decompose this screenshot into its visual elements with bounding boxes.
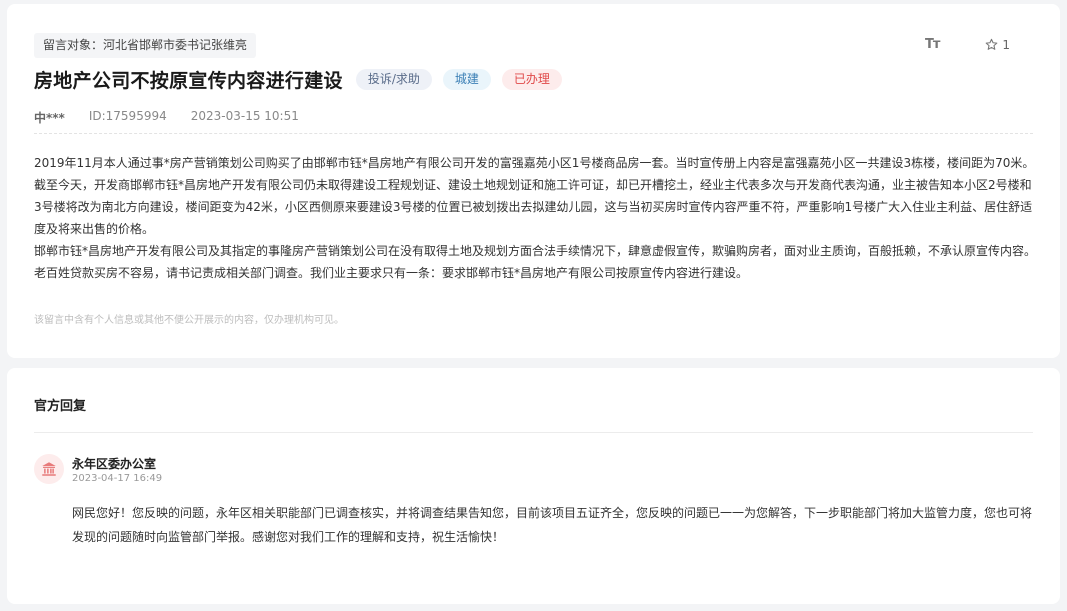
reply-organization: 永年区委办公室 (72, 457, 157, 471)
type-tag: 投诉/求助 (355, 69, 432, 90)
message-id: ID:17595994 (88, 109, 167, 123)
message-content: 2019年11月本人通过事*房产营销策划公司购买了由邯郸市钰*昌房地产有限公司开… (34, 152, 1036, 284)
divider (34, 133, 1033, 134)
privacy-note: 该留言中含有个人信息或其他不便公开展示的内容，仅办理机构可见。 (34, 315, 344, 326)
favorite-button[interactable]: 1 (985, 38, 1010, 52)
official-reply-card: 官方回复 永年区委办公室 2023-04-17 16:49 网民您好！您反映的问… (7, 368, 1060, 604)
recipient-label: 留言对象：河北省邯郸市委书记张维亮 (34, 33, 257, 58)
font-size-toggle-icon[interactable]: Tт (925, 37, 940, 52)
message-datetime: 2023-03-15 10:51 (190, 109, 299, 123)
status-badge: 已办理 (501, 69, 562, 90)
message-title: 房地产公司不按原宣传内容进行建设 (34, 70, 343, 92)
title-row: 房地产公司不按原宣传内容进行建设 投诉/求助 城建 已办理 (34, 66, 562, 93)
reply-body: 网民您好！您反映的问题，永年区相关职能部门已调查核实，并将调查结果告知您，目前该… (72, 506, 1033, 544)
government-building-icon (34, 454, 64, 484)
author-name: 中*** (34, 111, 65, 125)
star-icon (985, 38, 998, 51)
message-paragraph: 邯郸市钰*昌房地产开发有限公司及其指定的事隆房产营销策划公司在没有取得土地及规划… (34, 244, 1037, 280)
message-meta: 中*** ID:17595994 2023-03-15 10:51 (34, 109, 299, 126)
reply-datetime: 2023-04-17 16:49 (72, 473, 163, 484)
message-actions: Tт 1 (925, 37, 1010, 52)
favorite-count: 1 (1002, 37, 1010, 52)
reply-heading: 官方回复 (34, 399, 87, 414)
message-paragraph: 2019年11月本人通过事*房产营销策划公司购买了由邯郸市钰*昌房地产有限公司开… (34, 156, 1035, 236)
category-tag: 城建 (442, 69, 491, 90)
message-card: 留言对象：河北省邯郸市委书记张维亮 Tт 1 房地产公司不按原宣传内容进行建设 … (7, 4, 1060, 358)
divider (34, 432, 1033, 433)
